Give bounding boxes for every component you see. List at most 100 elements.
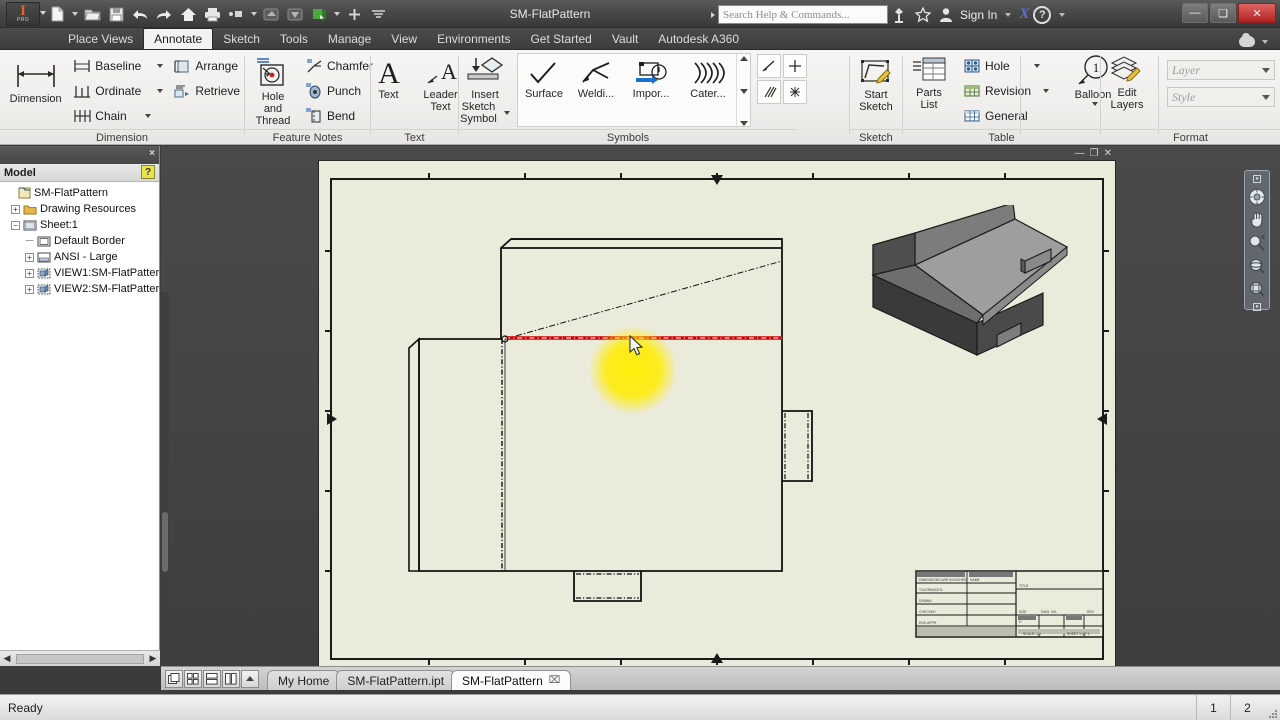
- retrieve-button[interactable]: Retrieve: [169, 79, 244, 103]
- search-input[interactable]: Search Help & Commands...: [718, 5, 888, 24]
- new-dropdown-icon[interactable]: [70, 3, 79, 25]
- drawing-sheet[interactable]: DIMENSIONS ARE IN INCHES NAME TOLERANCES…: [318, 160, 1116, 679]
- layer-select[interactable]: Layer: [1167, 60, 1275, 80]
- hole-table-button[interactable]: Hole: [959, 54, 1053, 78]
- tab-sketch[interactable]: Sketch: [213, 28, 270, 49]
- scroll-thumb[interactable]: [16, 654, 144, 664]
- tab-autodesk-a360[interactable]: Autodesk A360: [648, 28, 749, 49]
- exchange-x-icon[interactable]: X: [1019, 6, 1029, 23]
- add-icon[interactable]: [343, 3, 365, 25]
- tab-place-views[interactable]: Place Views: [58, 28, 143, 49]
- tab-manage[interactable]: Manage: [318, 28, 381, 49]
- save-icon[interactable]: [105, 3, 127, 25]
- arrange-button[interactable]: Arrange: [169, 54, 244, 78]
- orbit-icon[interactable]: [1247, 257, 1267, 275]
- redo-icon[interactable]: [153, 3, 175, 25]
- baseline-dropdown-icon[interactable]: [157, 64, 163, 68]
- browser-help-icon[interactable]: ?: [141, 165, 155, 179]
- select-icon[interactable]: [225, 3, 247, 25]
- tree-toggle-plus[interactable]: +: [25, 285, 34, 294]
- tree-item-drawing-resources[interactable]: + Drawing Resources: [3, 201, 159, 217]
- resize-grip-icon[interactable]: [1264, 695, 1280, 720]
- edit-layers-button[interactable]: Edit Layers: [1101, 53, 1153, 111]
- ordinate-button[interactable]: Ordinate: [69, 79, 167, 103]
- look-at-icon[interactable]: [1247, 280, 1267, 298]
- exchange-app-icon[interactable]: [890, 5, 909, 24]
- pan-icon[interactable]: [1247, 211, 1267, 229]
- baseline-button[interactable]: Baseline: [69, 54, 167, 78]
- tree-toggle-plus[interactable]: +: [25, 253, 34, 262]
- document-tab-drawing[interactable]: SM-FlatPattern ⌧: [451, 670, 571, 690]
- gallery-scroll-up-icon[interactable]: [740, 56, 748, 61]
- tab-vault[interactable]: Vault: [602, 28, 648, 49]
- search-expand-icon[interactable]: [708, 5, 718, 24]
- help-caret-icon[interactable]: [1059, 13, 1065, 17]
- gallery-scroll-down-icon[interactable]: [740, 89, 748, 94]
- zoom-icon[interactable]: [1247, 234, 1267, 252]
- feature-control-frame-icon[interactable]: [757, 80, 781, 104]
- revision-table-button[interactable]: Revision: [959, 79, 1053, 103]
- drawing-canvas[interactable]: — ❐ ✕: [161, 146, 1280, 666]
- parts-list-button[interactable]: Parts List: [903, 53, 955, 111]
- navbar-options-bottom-icon[interactable]: ●: [1253, 303, 1261, 311]
- scroll-left-icon[interactable]: ◀: [0, 652, 14, 666]
- tab-get-started[interactable]: Get Started: [520, 28, 601, 49]
- chain-button[interactable]: Chain: [69, 104, 167, 128]
- tile-all-icon[interactable]: [165, 670, 183, 688]
- favorites-star-icon[interactable]: [913, 5, 932, 24]
- dimension-button[interactable]: Dimension: [4, 53, 67, 105]
- insert-sketch-symbol-dropdown-icon[interactable]: [504, 111, 510, 115]
- close-button[interactable]: ✕: [1238, 3, 1276, 23]
- browser-horizontal-scrollbar[interactable]: ◀ ▶: [0, 650, 160, 666]
- sheet-close-button[interactable]: ✕: [1104, 148, 1112, 159]
- text-button[interactable]: A Text: [363, 53, 415, 101]
- update-icon[interactable]: [284, 3, 306, 25]
- document-tab-ipt[interactable]: SM-FlatPattern.ipt: [336, 670, 455, 690]
- tree-item-root[interactable]: SM-FlatPattern: [3, 185, 159, 201]
- start-sketch-button[interactable]: Start Sketch: [850, 53, 902, 113]
- document-tab-close-icon[interactable]: ⌧: [549, 675, 561, 686]
- new-icon[interactable]: [46, 3, 68, 25]
- maximize-button[interactable]: ❑: [1210, 3, 1236, 23]
- undo-icon[interactable]: [129, 3, 151, 25]
- steering-wheel-icon[interactable]: [1247, 188, 1267, 206]
- style-select-caret-icon[interactable]: [1262, 95, 1270, 100]
- datum-identifier-icon[interactable]: [757, 54, 781, 78]
- status-cell-2[interactable]: 2: [1230, 695, 1264, 720]
- tab-tools[interactable]: Tools: [270, 28, 318, 49]
- tile-vertical-icon[interactable]: [222, 670, 240, 688]
- open-icon[interactable]: [81, 3, 103, 25]
- layer-select-caret-icon[interactable]: [1262, 68, 1270, 73]
- user-icon[interactable]: [936, 5, 955, 24]
- sign-in-caret-icon[interactable]: [1005, 13, 1011, 17]
- symbols-gallery-scroll[interactable]: [736, 54, 750, 128]
- scroll-right-icon[interactable]: ▶: [146, 652, 160, 666]
- gallery-expand-icon[interactable]: [740, 121, 748, 126]
- tree-item-view1[interactable]: + VIEW1:SM-FlatPattern: [3, 265, 159, 281]
- hole-and-thread-button[interactable]: Hole and Thread: [247, 53, 299, 127]
- centered-pattern-icon[interactable]: [783, 80, 807, 104]
- minimize-button[interactable]: —: [1182, 3, 1208, 23]
- application-menu-button[interactable]: I PRO: [6, 2, 40, 26]
- navbar-options-top-icon[interactable]: ●: [1253, 175, 1261, 183]
- select-dropdown-icon[interactable]: [249, 3, 258, 25]
- tab-view[interactable]: View: [381, 28, 427, 49]
- canvas-scroll-thumb[interactable]: [162, 512, 168, 572]
- collapse-icon[interactable]: [241, 670, 259, 688]
- canvas-vertical-scrollbar[interactable]: [161, 292, 169, 720]
- sheet-restore-button[interactable]: ❐: [1090, 148, 1099, 159]
- print-icon[interactable]: [201, 3, 223, 25]
- browser-close-icon[interactable]: ×: [149, 148, 155, 159]
- return-icon[interactable]: [260, 3, 282, 25]
- tile-grid-icon[interactable]: [184, 670, 202, 688]
- tab-environments[interactable]: Environments: [427, 28, 520, 49]
- cloud-icon[interactable]: [1239, 36, 1255, 47]
- home-icon[interactable]: [177, 3, 199, 25]
- tree-toggle-minus[interactable]: −: [11, 221, 20, 230]
- hole-table-dropdown-icon[interactable]: [1034, 64, 1040, 68]
- tab-annotate[interactable]: Annotate: [143, 28, 213, 49]
- center-mark-icon[interactable]: [783, 54, 807, 78]
- general-table-button[interactable]: General: [959, 104, 1053, 128]
- tree-toggle-plus[interactable]: +: [25, 269, 34, 278]
- balloon-dropdown-icon[interactable]: [1092, 102, 1098, 106]
